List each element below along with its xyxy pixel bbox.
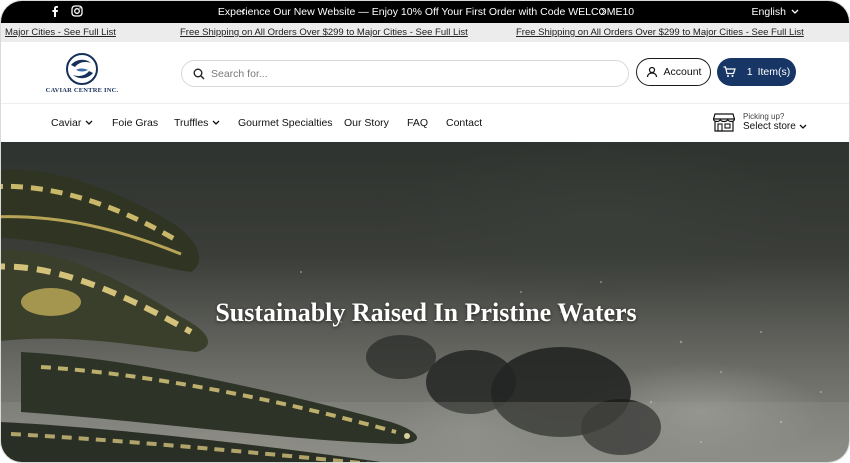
- nav-item-label: Caviar: [51, 117, 82, 129]
- cart-label: Item(s): [757, 66, 791, 78]
- cart-count: 1: [746, 66, 753, 78]
- site-logo[interactable]: CAVIAR CENTRE INC.: [45, 52, 119, 98]
- cart-button[interactable]: 1 Item(s): [717, 58, 796, 86]
- nav-item-label: Our Story: [344, 117, 389, 129]
- nav-item-our-story[interactable]: Our Story: [344, 117, 389, 129]
- search-input[interactable]: [211, 67, 611, 80]
- store-select[interactable]: Select store: [743, 121, 807, 132]
- hero-headline: Sustainably Raised In Pristine Waters: [215, 298, 637, 327]
- user-icon: [646, 66, 657, 78]
- site-header: CAVIAR CENTRE INC. Account 1 Item(s): [1, 42, 849, 104]
- nav-item-foie-gras[interactable]: Foie Gras: [112, 117, 158, 129]
- hero-banner: Sustainably Raised In Pristine Waters: [1, 142, 849, 462]
- nav-item-gourmet-specialties[interactable]: Gourmet Specialties: [238, 117, 333, 129]
- nav-item-label: Gourmet Specialties: [238, 117, 333, 129]
- nav-item-label: FAQ: [407, 117, 429, 129]
- nav-item-faq[interactable]: FAQ: [407, 117, 428, 129]
- nav-item-truffles[interactable]: Truffles: [174, 117, 220, 129]
- marquee-link[interactable]: Free Shipping on All Orders Over $299 to…: [516, 27, 804, 38]
- storefront-icon: [713, 113, 735, 132]
- announcement-bar: ‹ Experience Our New Website — Enjoy 10%…: [1, 1, 849, 23]
- marquee-link[interactable]: Free Shipping on All Orders Over $299 to…: [180, 27, 468, 38]
- language-selector[interactable]: English: [752, 6, 799, 18]
- store-prompt: Picking up?: [743, 112, 785, 121]
- announcement-message: Experience Our New Website — Enjoy 10% O…: [217, 6, 635, 18]
- nav-item-caviar[interactable]: Caviar: [51, 117, 93, 129]
- main-navigation: Caviar Foie Gras Truffles Gourmet Specia…: [1, 104, 849, 142]
- nav-item-contact[interactable]: Contact: [446, 117, 482, 129]
- marquee-link[interactable]: Major Cities - See Full List: [5, 27, 116, 38]
- search-bar[interactable]: [181, 60, 629, 87]
- account-label: Account: [663, 66, 702, 78]
- announcement-next-button[interactable]: ›: [601, 3, 605, 18]
- store-selector[interactable]: Picking up? Select store: [713, 112, 807, 132]
- fish-emblem-icon: [66, 53, 98, 85]
- logo-text: CAVIAR CENTRE INC.: [45, 87, 119, 94]
- language-label: English: [751, 6, 786, 18]
- account-button[interactable]: Account: [636, 58, 711, 86]
- chevron-down-icon: [791, 9, 799, 14]
- cart-icon: [723, 66, 736, 77]
- store-text: Picking up? Select store: [743, 112, 807, 132]
- store-select-label: Select store: [743, 121, 796, 132]
- chevron-down-icon: [799, 124, 807, 129]
- search-icon: [193, 68, 205, 79]
- browser-frame: ‹ Experience Our New Website — Enjoy 10%…: [0, 0, 850, 463]
- nav-item-label: Foie Gras: [112, 117, 159, 129]
- shipping-marquee: Major Cities - See Full List Free Shippi…: [1, 23, 849, 42]
- nav-item-label: Truffles: [174, 117, 209, 129]
- chevron-down-icon: [85, 120, 93, 125]
- nav-item-label: Contact: [446, 117, 483, 129]
- chevron-down-icon: [212, 120, 220, 125]
